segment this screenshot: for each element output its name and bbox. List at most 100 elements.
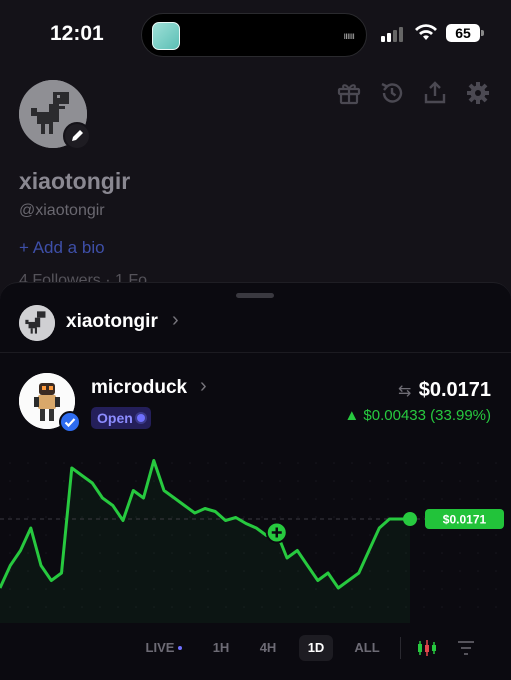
grid-dot (315, 498, 317, 500)
price-chart[interactable]: $0.0171 (0, 433, 511, 623)
grid-dot (135, 480, 137, 482)
grid-dot (495, 498, 497, 500)
grid-dot (405, 498, 407, 500)
grid-dot (99, 462, 101, 464)
grid-dot (333, 534, 335, 536)
grid-dot (477, 462, 479, 464)
grid-dot (423, 606, 425, 608)
grid-dot (369, 480, 371, 482)
grid-dot (171, 480, 173, 482)
grid-dot (81, 462, 83, 464)
grid-dot (441, 534, 443, 536)
grid-dot (459, 588, 461, 590)
grid-dot (369, 534, 371, 536)
grid-dot (423, 588, 425, 590)
grid-dot (495, 480, 497, 482)
share-icon[interactable] (422, 80, 448, 106)
status-badge-label: Open (97, 410, 133, 426)
grid-dot (207, 480, 209, 482)
grid-dot (495, 570, 497, 572)
grid-dot (351, 462, 353, 464)
grid-dot (9, 498, 11, 500)
grid-dot (189, 462, 191, 464)
grid-dot (441, 552, 443, 554)
token-name[interactable]: microduck (91, 377, 187, 399)
gift-icon[interactable] (336, 80, 362, 106)
grid-dot (441, 480, 443, 482)
settings-icon[interactable] (465, 80, 491, 106)
filter-icon[interactable] (456, 638, 476, 658)
timeframe-1d[interactable]: 1D (299, 635, 333, 661)
grid-dot (63, 462, 65, 464)
grid-dot (9, 534, 11, 536)
grid-dot (9, 462, 11, 464)
grid-dot (135, 462, 137, 464)
grid-dot (423, 552, 425, 554)
timeframe-label: LIVE (145, 640, 175, 655)
timeframe-label: 1D (307, 640, 325, 655)
swap-icon[interactable]: ⇆ (398, 381, 411, 401)
island-activity-indicator: ıııııı (343, 31, 355, 42)
grid-dot (369, 516, 371, 518)
timeframe-live[interactable]: LIVE (138, 635, 190, 661)
timeframe-label: 1H (212, 640, 230, 655)
candlestick-icon[interactable] (416, 637, 438, 659)
grid-dot (423, 462, 425, 464)
timeframe-1h[interactable]: 1H (203, 635, 239, 661)
verified-badge-icon (59, 411, 81, 433)
grid-dot (225, 480, 227, 482)
grid-dot (27, 516, 29, 518)
grid-dot (45, 552, 47, 554)
battery-icon: 65 (446, 24, 480, 42)
token-sheet: xiaotongir › microduck › Open ⇆ $0.0171 … (0, 282, 511, 680)
timeframe-all[interactable]: ALL (346, 635, 388, 661)
grid-dot (495, 462, 497, 464)
grid-dot (315, 480, 317, 482)
grid-dot (495, 552, 497, 554)
grid-dot (297, 534, 299, 536)
grid-dot (495, 534, 497, 536)
owner-avatar (19, 305, 55, 341)
grid-dot (351, 552, 353, 554)
dynamic-island[interactable]: ıııııı (141, 13, 367, 57)
grid-dot (315, 552, 317, 554)
trade-marker-icon[interactable] (265, 521, 288, 544)
timeframe-label: 4H (259, 640, 277, 655)
grid-dot (45, 534, 47, 536)
grid-dot (207, 498, 209, 500)
grid-dot (477, 570, 479, 572)
edit-avatar-button[interactable] (63, 122, 91, 150)
grid-dot (243, 480, 245, 482)
signal-icon (381, 26, 403, 42)
grid-dot (117, 462, 119, 464)
owner-row[interactable]: xiaotongir › (0, 299, 511, 353)
grid-dot (243, 462, 245, 464)
price-change: ▲ $0.00433 (33.99%) (344, 407, 491, 424)
grid-dot (441, 570, 443, 572)
grid-dot (225, 498, 227, 500)
grid-dot (405, 462, 407, 464)
owner-name: xiaotongir (66, 311, 158, 332)
grid-dot (27, 498, 29, 500)
timeframe-4h[interactable]: 4H (250, 635, 286, 661)
grid-dot (459, 570, 461, 572)
grid-dot (225, 516, 227, 518)
add-bio-link[interactable]: + Add a bio (19, 238, 105, 258)
grid-dot (495, 606, 497, 608)
grid-dot (279, 516, 281, 518)
grid-dot (477, 606, 479, 608)
grid-dot (279, 462, 281, 464)
status-badge: Open (91, 407, 151, 429)
grid-dot (459, 498, 461, 500)
grid-dot (459, 606, 461, 608)
grid-dot (423, 570, 425, 572)
app-icon (152, 22, 180, 50)
grid-dot (261, 462, 263, 464)
grid-dot (423, 516, 425, 518)
sheet-grabber[interactable] (236, 293, 274, 298)
grid-dot (27, 480, 29, 482)
grid-dot (9, 516, 11, 518)
grid-dot (405, 480, 407, 482)
grid-dot (477, 480, 479, 482)
history-icon[interactable] (379, 80, 405, 106)
